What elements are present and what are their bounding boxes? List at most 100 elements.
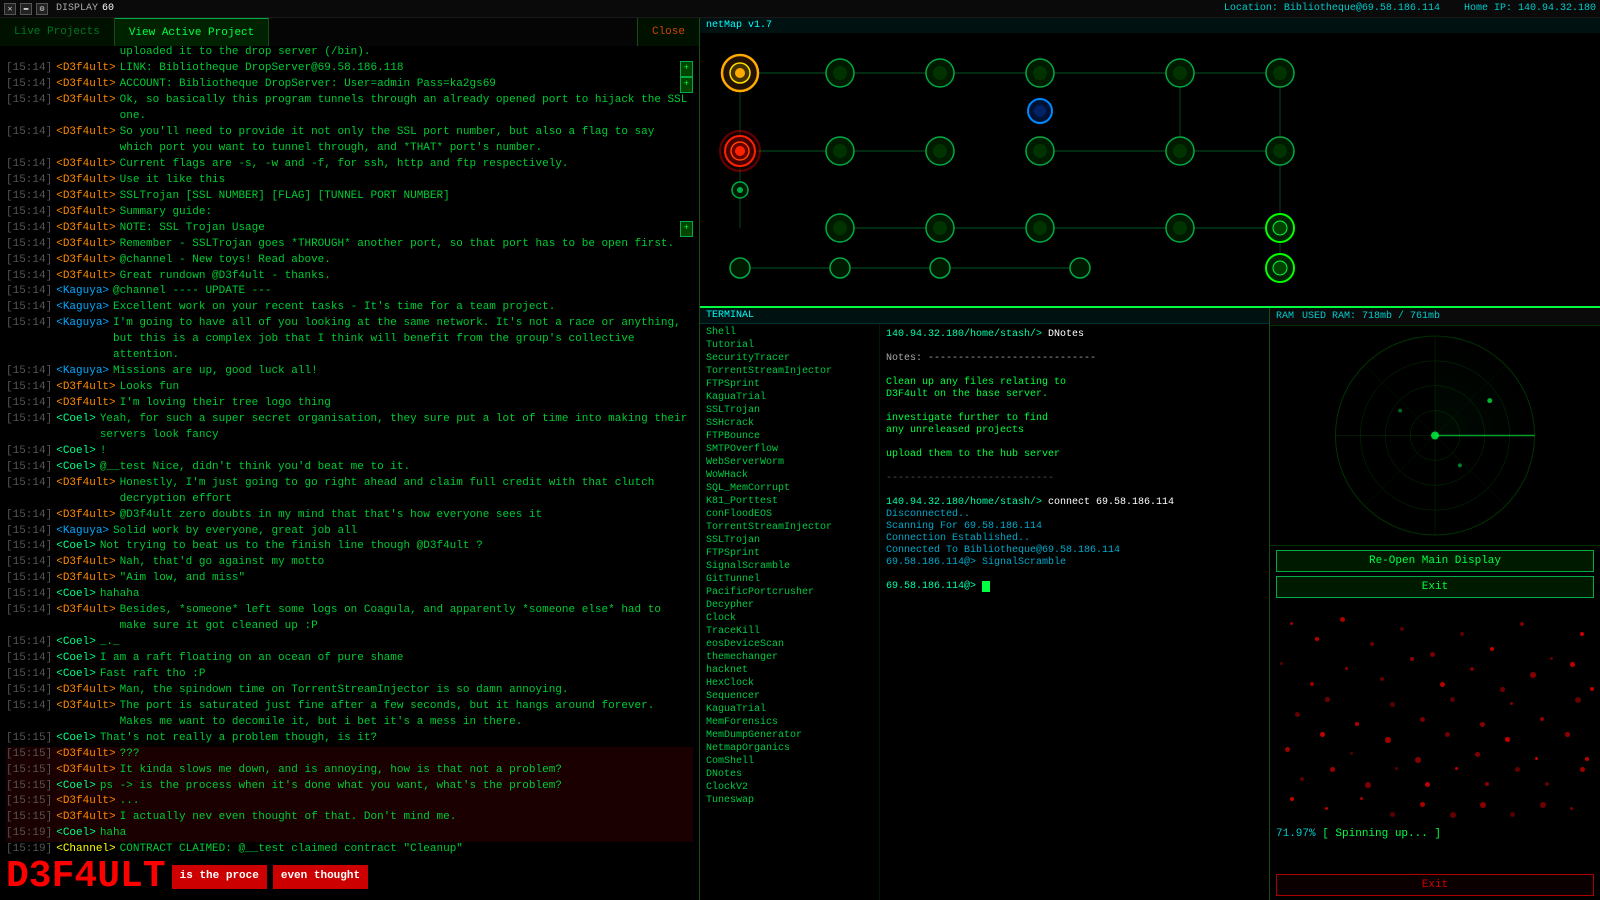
spinner-dot — [1340, 617, 1345, 622]
chat-timestamp: [15:15] — [6, 794, 52, 810]
tool-list-item[interactable]: Tuneswap — [704, 794, 875, 807]
tool-list-item[interactable]: ClockV2 — [704, 781, 875, 794]
tool-list-item[interactable]: SSLTrojan — [704, 534, 875, 547]
top-bar: ✕ ▬ ⚙ DISPLAY 60 Location: Bibliotheque@… — [0, 0, 1600, 18]
ram-value: USED RAM: 718mb / 761mb — [1302, 311, 1440, 322]
ram-bar: RAM USED RAM: 718mb / 761mb — [1270, 308, 1600, 326]
chat-badge[interactable]: + — [680, 61, 693, 77]
tool-list-item[interactable]: Shell — [704, 326, 875, 339]
spinner-dot — [1520, 622, 1524, 626]
win-close-btn[interactable]: ✕ — [4, 3, 16, 15]
chat-timestamp: [15:14] — [6, 157, 52, 173]
tool-list-item[interactable]: SMTPOverflow — [704, 443, 875, 456]
chat-username: <D3f4ult> — [56, 555, 115, 571]
spinner-dot — [1310, 682, 1314, 686]
tool-list: ShellTutorialSecurityTracerTorrentStream… — [700, 324, 880, 900]
chat-message: "Aim low, and miss" — [120, 571, 693, 587]
tool-list-item[interactable]: WoWHack — [704, 469, 875, 482]
spinner-dot — [1325, 807, 1328, 810]
spinner-dot — [1410, 657, 1414, 661]
chat-message: _._ — [100, 635, 693, 651]
chat-line: [15:14]<D3f4ult>Use it like this — [6, 173, 693, 189]
right-panels: netMap v1.7 — [700, 18, 1600, 900]
tool-list-item[interactable]: GitTunnel — [704, 573, 875, 586]
win-min-btn[interactable]: ▬ — [20, 3, 32, 15]
tool-list-item[interactable]: SSHcrack — [704, 417, 875, 430]
chat-badge[interactable]: + — [680, 77, 693, 93]
tool-list-item[interactable]: KaguaTrial — [704, 703, 875, 716]
tool-list-item[interactable]: WebServerWorm — [704, 456, 875, 469]
chat-message: Man, the spindown time on TorrentStreamI… — [120, 683, 693, 699]
chat-timestamp: [15:15] — [6, 779, 52, 795]
spinner-dot — [1565, 732, 1570, 737]
chat-username: <D3f4ult> — [56, 221, 115, 237]
tool-list-item[interactable]: PacificPortcrusher — [704, 586, 875, 599]
win-gear-btn[interactable]: ⚙ — [36, 3, 48, 15]
chat-line: [15:14]<D3f4ult>The port is saturated ju… — [6, 699, 693, 731]
tool-list-item[interactable]: HexClock — [704, 677, 875, 690]
tool-list-item[interactable]: TorrentStreamInjector — [704, 521, 875, 534]
tool-list-item[interactable]: Clock — [704, 612, 875, 625]
chat-message: Not trying to beat us to the finish line… — [100, 539, 693, 555]
chat-username: <Kaguya> — [56, 524, 109, 540]
tool-list-item[interactable]: eosDeviceScan — [704, 638, 875, 651]
exit-btn-bottom[interactable]: Exit — [1276, 874, 1594, 896]
tool-list-item[interactable]: KaguaTrial — [704, 391, 875, 404]
exit-btn-1[interactable]: Exit — [1276, 576, 1594, 598]
chat-timestamp: [15:14] — [6, 683, 52, 699]
chat-message: Fast raft tho :P — [100, 667, 693, 683]
spinner-dot — [1425, 782, 1430, 787]
tool-list-item[interactable]: SignalScramble — [704, 560, 875, 573]
tool-list-item[interactable]: FTPBounce — [704, 430, 875, 443]
tool-list-item[interactable]: MemForensics — [704, 716, 875, 729]
tool-list-item[interactable]: TraceKill — [704, 625, 875, 638]
chat-message: Honestly, I'm just going to go right ahe… — [120, 476, 693, 508]
spinner-dot — [1475, 752, 1480, 757]
chat-badge[interactable]: + — [680, 221, 693, 237]
tab-live-projects[interactable]: Live Projects — [0, 18, 115, 46]
radar-panel — [1270, 326, 1600, 546]
tool-list-item[interactable]: Sequencer — [704, 690, 875, 703]
chat-timestamp: [15:14] — [6, 189, 52, 205]
chat-timestamp: [15:14] — [6, 524, 52, 540]
chat-username: <Coel> — [56, 587, 96, 603]
chat-username: <Coel> — [56, 731, 96, 747]
chat-line: [15:14]<D3f4ult>"Aim low, and miss" — [6, 571, 693, 587]
tool-list-item[interactable]: conFloodEOS — [704, 508, 875, 521]
tool-list-item[interactable]: NetmapOrganics — [704, 742, 875, 755]
terminal-line — [886, 341, 1263, 352]
spinner-dot — [1540, 802, 1546, 808]
tool-list-item[interactable]: MemDumpGenerator — [704, 729, 875, 742]
tool-list-item[interactable]: hacknet — [704, 664, 875, 677]
tab-close-btn[interactable]: Close — [637, 18, 699, 46]
chat-line: [15:14]<D3f4ult>NOTE: SSL Trojan Usage+ — [6, 221, 693, 237]
chat-message: Yeah, for such a super secret organisati… — [100, 412, 693, 444]
tool-list-item[interactable]: Tutorial — [704, 339, 875, 352]
terminal-line: 69.58.186.114@> SignalScramble — [886, 557, 1263, 568]
chat-timestamp: [15:14] — [6, 93, 52, 125]
chat-username: <D3f4ult> — [56, 237, 115, 253]
chat-username: <D3f4ult> — [56, 476, 115, 508]
tab-view-active-project[interactable]: View Active Project — [115, 18, 269, 46]
chat-timestamp: [15:14] — [6, 603, 52, 635]
chat-username: <Kaguya> — [56, 284, 109, 300]
chat-username: <D3f4ult> — [56, 396, 115, 412]
tool-list-item[interactable]: FTPSprint — [704, 547, 875, 560]
spinner-dot — [1530, 672, 1536, 678]
tool-list-item[interactable]: themechanger — [704, 651, 875, 664]
chat-message: LINK: Bibliotheque DropServer@69.58.186.… — [120, 61, 676, 77]
chat-message: Summary guide: — [120, 205, 693, 221]
reopen-main-display-btn[interactable]: Re-Open Main Display — [1276, 550, 1594, 572]
spinner-dot — [1355, 722, 1359, 726]
chat-timestamp: [15:14] — [6, 46, 52, 61]
tool-list-item[interactable]: SecurityTracer — [704, 352, 875, 365]
tool-list-item[interactable]: TorrentStreamInjector — [704, 365, 875, 378]
tool-list-item[interactable]: ComShell — [704, 755, 875, 768]
spinner-dot — [1585, 757, 1589, 761]
tool-list-item[interactable]: FTPSprint — [704, 378, 875, 391]
tool-list-item[interactable]: DNotes — [704, 768, 875, 781]
tool-list-item[interactable]: Decypher — [704, 599, 875, 612]
tool-list-item[interactable]: SQL_MemCorrupt — [704, 482, 875, 495]
tool-list-item[interactable]: SSLTrojan — [704, 404, 875, 417]
tool-list-item[interactable]: K81_Porttest — [704, 495, 875, 508]
